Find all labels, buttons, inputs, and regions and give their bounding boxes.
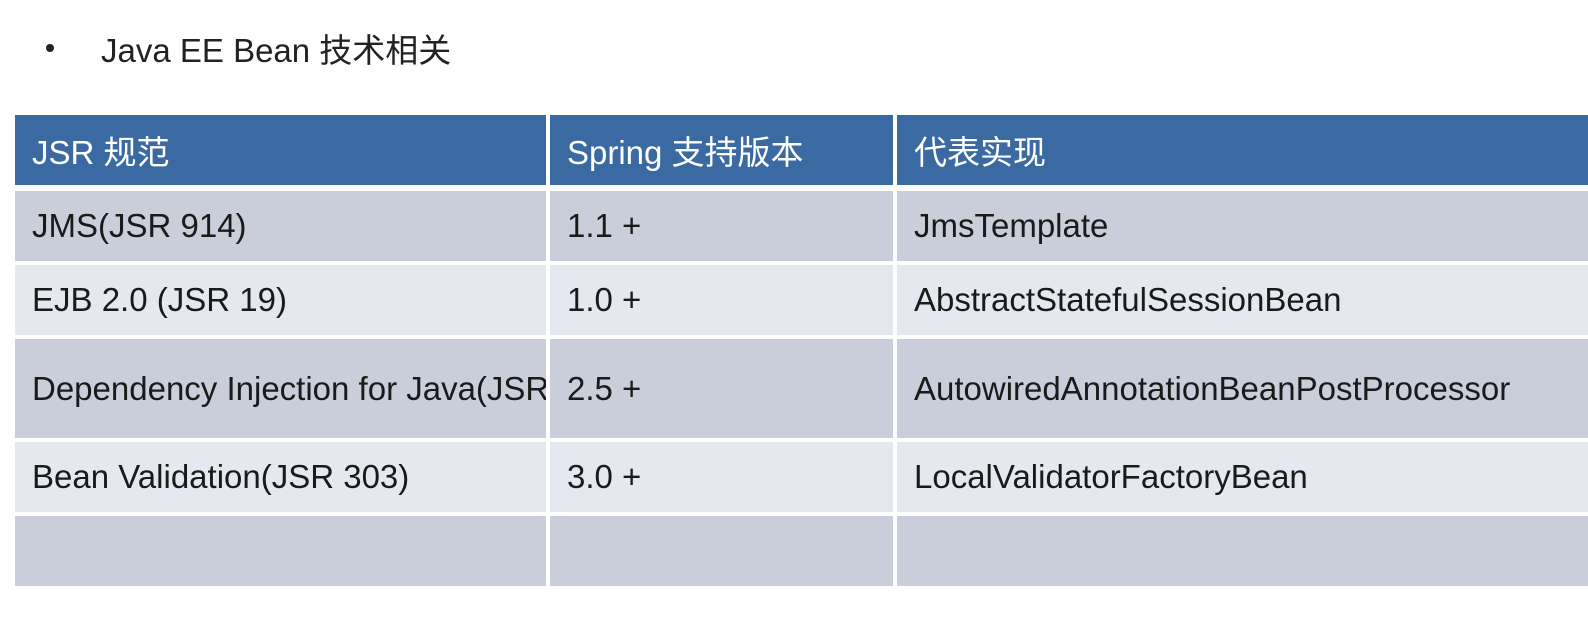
header-jsr-spec: JSR 规范 (15, 115, 550, 191)
cell-implementation-text: AutowiredAnnotationBeanPostProcessor (914, 369, 1511, 407)
cell-version: 1.1 + (550, 191, 897, 265)
cell-implementation: LocalValidatorFactoryBean (897, 442, 1588, 516)
table-header-row: JSR 规范 Spring 支持版本 代表实现 (15, 115, 1588, 191)
table-row: Bean Validation(JSR 303) 3.0 + LocalVali… (15, 442, 1588, 516)
header-implementation: 代表实现 (897, 115, 1588, 191)
cell-spec (15, 516, 550, 590)
table-row: JMS(JSR 914) 1.1 + JmsTemplate (15, 191, 1588, 265)
table-row: Dependency Injection for Java(JSR 330) 2… (15, 339, 1588, 442)
table-row: EJB 2.0 (JSR 19) 1.0 + AbstractStatefulS… (15, 265, 1588, 339)
cell-spec: JMS(JSR 914) (15, 191, 550, 265)
jsr-support-table: JSR 规范 Spring 支持版本 代表实现 JMS(JSR 914) 1.1… (15, 115, 1588, 590)
bullet-dot-icon (46, 44, 54, 52)
cell-spec: EJB 2.0 (JSR 19) (15, 265, 550, 339)
cell-version: 3.0 + (550, 442, 897, 516)
cell-implementation: AutowiredAnnotationBeanPostProcessor (897, 339, 1588, 442)
cell-version: 2.5 + (550, 339, 897, 442)
heading-text: Java EE Bean 技术相关 (101, 32, 452, 69)
cell-implementation (897, 516, 1588, 590)
cell-version: 1.0 + (550, 265, 897, 339)
header-spring-version: Spring 支持版本 (550, 115, 897, 191)
cell-spec-text: Dependency Injection for Java(JSR 330) (32, 369, 550, 407)
cell-version (550, 516, 897, 590)
table-row-empty (15, 516, 1588, 590)
cell-implementation: JmsTemplate (897, 191, 1588, 265)
cell-spec: Bean Validation(JSR 303) (15, 442, 550, 516)
bullet-heading: Java EE Bean 技术相关 (46, 22, 451, 74)
cell-implementation: AbstractStatefulSessionBean (897, 265, 1588, 339)
cell-spec: Dependency Injection for Java(JSR 330) (15, 339, 550, 442)
